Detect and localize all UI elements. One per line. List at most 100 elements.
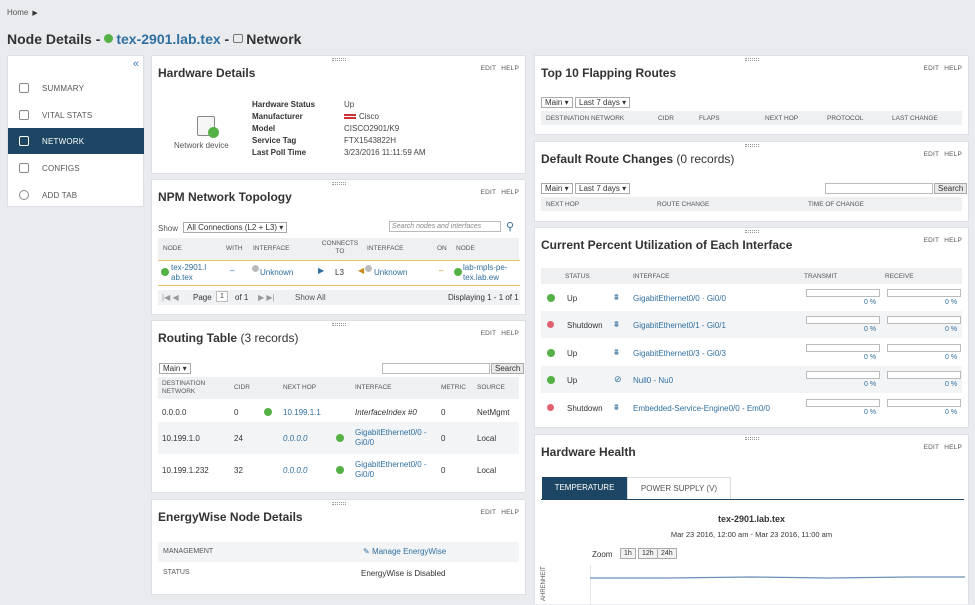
page-input[interactable]: 1 [216, 291, 228, 302]
edit-button[interactable]: EDIT [481, 189, 497, 196]
breadcrumb-home[interactable]: Home [7, 8, 28, 17]
receive-bar [887, 399, 961, 407]
device-icon [197, 116, 219, 138]
zoom-12h-button[interactable]: 12h [638, 548, 658, 559]
interface-icon: ⩩ [614, 402, 619, 412]
search-button[interactable]: Search [491, 363, 525, 374]
transmit-bar [806, 371, 880, 379]
status-up-icon [336, 434, 344, 442]
interface-link[interactable]: GigabitEthernet0/0 - Gi0/0 [355, 460, 435, 480]
drag-handle[interactable] [744, 144, 759, 147]
drag-handle[interactable] [331, 58, 346, 61]
node-link[interactable]: tex-2901.l ab.tex [171, 263, 211, 283]
search-input[interactable] [382, 363, 490, 374]
help-button[interactable]: HELP [501, 189, 519, 196]
manage-energywise-link[interactable]: Manage EnergyWise [372, 547, 446, 556]
hardware-details-panel: Hardware Details EDIT HELP Network device… [151, 55, 526, 174]
tab-power-supply[interactable]: POWER SUPPLY (V) [627, 477, 731, 499]
help-button[interactable]: HELP [501, 509, 519, 516]
help-button[interactable]: HELP [501, 330, 519, 337]
edit-button[interactable]: EDIT [924, 65, 940, 72]
zoom-24h-button[interactable]: 24h [657, 548, 677, 559]
energywise-panel: EnergyWise Node Details EDIT HELP MANAGEM… [151, 499, 526, 595]
status-up-icon [161, 268, 169, 276]
search-input[interactable]: Search nodes and interfaces [389, 221, 501, 232]
status-shutdown-icon [547, 321, 554, 328]
nav-item-add-tab[interactable]: ADD TAB [8, 182, 144, 208]
pager-next-icon[interactable]: ▶ ▶| [258, 293, 275, 302]
help-button[interactable]: HELP [944, 65, 962, 72]
interface-link[interactable]: GigabitEthernet0/3 - Gi0/3 [633, 349, 726, 358]
edit-button[interactable]: EDIT [924, 237, 940, 244]
drag-handle[interactable] [744, 58, 759, 61]
search-button[interactable]: Search [934, 183, 968, 194]
edit-button[interactable]: EDIT [924, 151, 940, 158]
transmit-bar [806, 344, 880, 352]
drag-handle[interactable] [744, 230, 759, 233]
receive-bar [887, 371, 961, 379]
next-hop-link[interactable]: 10.199.1.1 [283, 408, 321, 417]
period-select[interactable]: Last 7 days ▾ [575, 97, 631, 108]
pager-prev-icon[interactable]: |◀ ◀ [162, 293, 179, 302]
period-select[interactable]: Last 7 days ▾ [575, 183, 631, 194]
interface-link[interactable]: Unknown [374, 268, 407, 277]
search-input[interactable] [825, 183, 933, 194]
temperature-chart [590, 565, 965, 605]
status-shutdown-icon [547, 404, 554, 411]
nav-item-summary[interactable]: SUMMARY [8, 75, 144, 101]
edit-button[interactable]: EDIT [924, 444, 940, 451]
nav-item-vital-stats[interactable]: VITAL STATS [8, 102, 144, 128]
unknown-status-icon [252, 265, 259, 272]
status-up-icon [547, 349, 555, 357]
tab-temperature[interactable]: TEMPERATURE [542, 477, 627, 499]
show-all-button[interactable]: Show All [295, 293, 326, 302]
interface-link[interactable]: GigabitEthernet0/0 - Gi0/0 [355, 428, 435, 448]
device-label: Network device [174, 141, 229, 150]
interface-link[interactable]: GigabitEthernet0/0 · Gi0/0 [633, 294, 726, 303]
drag-handle[interactable] [331, 502, 346, 505]
status-up-icon [104, 33, 114, 43]
interface-link[interactable]: Unknown [260, 268, 293, 277]
interface-icon: ⩩ [614, 319, 619, 329]
flapping-routes-panel: Top 10 Flapping Routes EDIT HELP Main ▾ L… [534, 55, 969, 135]
help-button[interactable]: HELP [501, 65, 519, 72]
show-select[interactable]: All Connections (L2 + L3) ▾ [183, 222, 288, 233]
status-up-icon [547, 294, 555, 302]
help-button[interactable]: HELP [944, 237, 962, 244]
search-icon[interactable]: ⚲ [506, 220, 514, 233]
receive-bar [887, 344, 961, 352]
help-button[interactable]: HELP [944, 444, 962, 451]
zoom-1h-button[interactable]: 1h [620, 548, 636, 559]
next-hop-link[interactable]: 0.0.0.0 [283, 466, 307, 475]
drag-handle[interactable] [744, 437, 759, 440]
interface-link[interactable]: Embedded-Service-Engine0/0 - Em0/0 [633, 404, 770, 413]
panel-title: EnergyWise Node Details [158, 510, 303, 524]
node-link[interactable]: tex-2901.lab.tex [116, 31, 220, 47]
help-button[interactable]: HELP [944, 151, 962, 158]
view-select[interactable]: Main ▾ [541, 183, 573, 194]
pencil-icon: ✎ [363, 547, 372, 556]
edit-button[interactable]: EDIT [481, 65, 497, 72]
hw-field-values: Up Cisco CISCO2901/K9 FTX1543822H 3/23/2… [344, 100, 426, 157]
edit-button[interactable]: EDIT [481, 330, 497, 337]
interface-link[interactable]: GigabitEthernet0/1 - Gi0/1 [633, 321, 726, 330]
topology-panel: NPM Network Topology EDIT HELP Show All C… [151, 179, 526, 315]
chart-subtitle: Mar 23 2016, 12:00 am - Mar 23 2016, 11:… [670, 530, 833, 539]
view-select[interactable]: Main ▾ [541, 97, 573, 108]
next-hop-link[interactable]: 0.0.0.0 [283, 434, 307, 443]
edit-button[interactable]: EDIT [481, 509, 497, 516]
transmit-bar [806, 399, 880, 407]
panel-title: NPM Network Topology [158, 190, 292, 204]
drag-handle[interactable] [331, 323, 346, 326]
transmit-bar [806, 289, 880, 297]
receive-bar [887, 316, 961, 324]
view-select[interactable]: Main ▾ [159, 363, 191, 374]
interface-link[interactable]: Null0 - Nu0 [633, 376, 673, 385]
show-label: Show [158, 224, 179, 233]
drag-handle[interactable] [331, 182, 346, 185]
node-link[interactable]: lab-mpls-pe-tex.lab.ew [463, 263, 518, 283]
null-interface-icon: ⊘ [614, 374, 622, 384]
nav-item-network[interactable]: NETWORK [8, 128, 144, 154]
nav-item-configs[interactable]: CONFIGS [8, 155, 144, 181]
collapse-icon[interactable]: « [133, 58, 139, 70]
